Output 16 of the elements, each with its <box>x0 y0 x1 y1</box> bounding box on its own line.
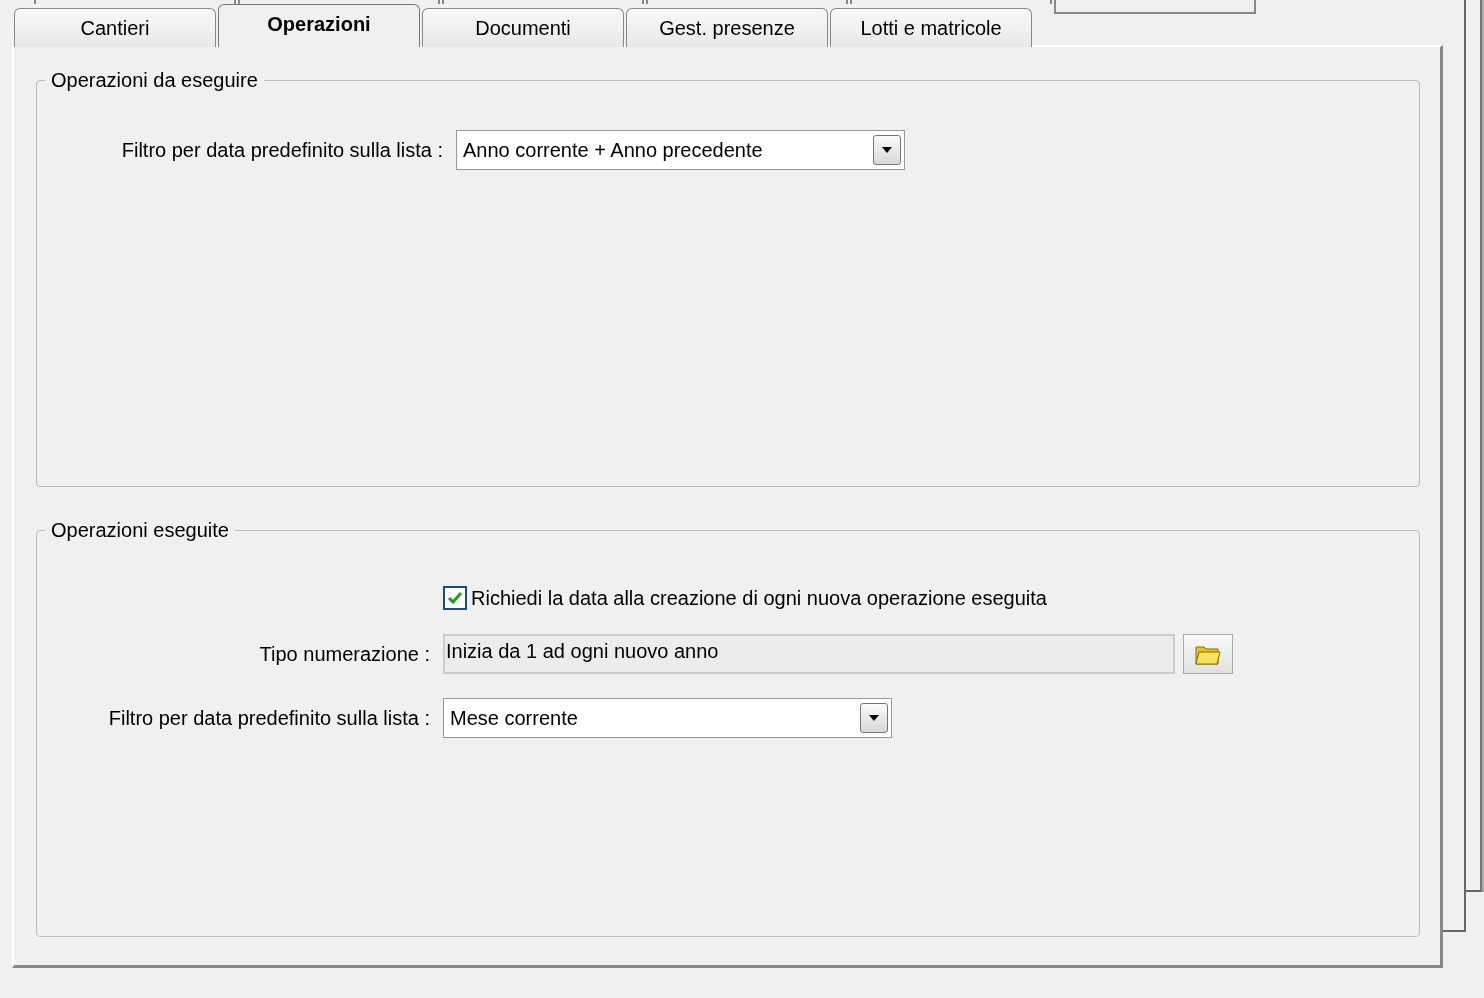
tab[interactable]: Documenti <box>422 8 624 47</box>
checkbox[interactable] <box>443 586 467 610</box>
tab[interactable]: Cantieri <box>14 8 216 47</box>
check-icon <box>447 591 463 605</box>
tab[interactable]: Lotti e matricole <box>830 8 1032 47</box>
field-label: Filtro per data predefinito sulla lista : <box>107 706 430 730</box>
group-title: Operazioni da eseguire <box>50 69 259 92</box>
field-label: Tipo numerazione : <box>258 642 430 666</box>
browse-button[interactable] <box>1183 634 1233 674</box>
dropdown[interactable]: Anno corrente + Anno precedente <box>456 130 905 170</box>
group-title: Operazioni eseguite <box>50 519 230 542</box>
field-label: Filtro per data predefinito sulla lista : <box>120 138 443 162</box>
dropdown[interactable]: Mese corrente <box>443 698 892 738</box>
tab[interactable]: Gest. presenze <box>626 8 828 47</box>
checkbox-label: Richiedi la data alla creazione di ogni nuova operazione eseguita <box>471 586 1047 610</box>
tab[interactable]: Operazioni <box>218 4 420 47</box>
